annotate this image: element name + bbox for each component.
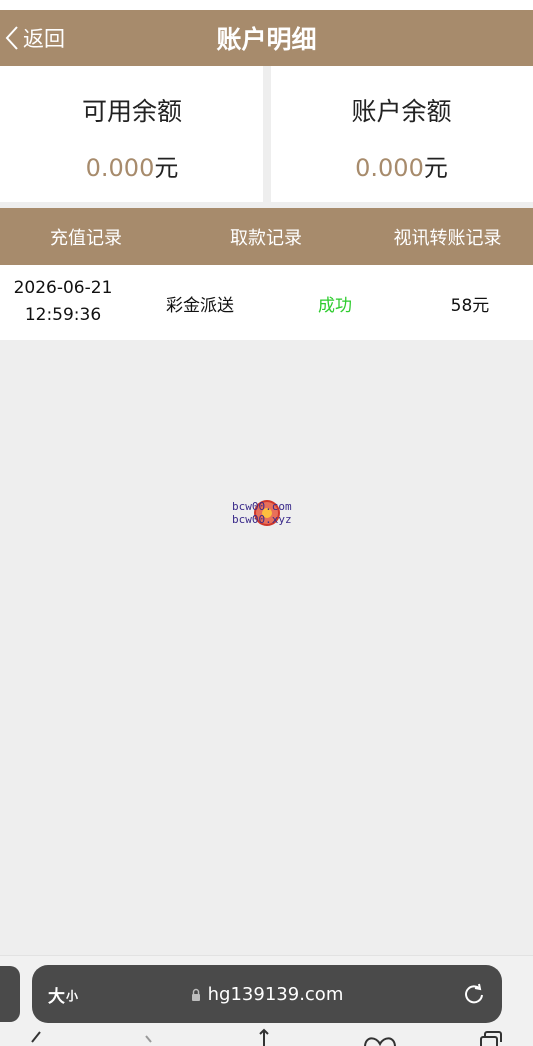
available-balance-value: 0.000元	[0, 148, 264, 183]
record-type: 彩金派送	[166, 296, 234, 316]
account-balance-amount: 0.000	[355, 154, 424, 182]
record-date: 2026-06-21	[13, 278, 113, 298]
url-pill[interactable]: 大小 hg139139.com	[32, 965, 502, 1023]
record-datetime: 2026-06-21 12:59:36	[0, 275, 126, 329]
record-time: 12:59:36	[24, 305, 102, 325]
available-balance-unit: 元	[154, 154, 179, 182]
forward-nav-icon[interactable]	[138, 1028, 158, 1046]
account-balance-label: 账户余额	[351, 97, 452, 126]
watermark-logo: bcw00.com bcw00.xyz	[232, 500, 312, 530]
record-status: 成功	[318, 296, 352, 316]
reload-icon[interactable]	[460, 980, 488, 1008]
account-balance-unit: 元	[423, 154, 448, 182]
record-amount: 58元	[450, 296, 490, 316]
tab-deposit-records[interactable]: 充值记录	[0, 208, 172, 265]
account-balance-card: 账户余额 0.000元	[270, 66, 533, 202]
tabs-icon[interactable]	[478, 1028, 504, 1046]
tab-withdrawal-records[interactable]: 取款记录	[180, 208, 352, 265]
watermark-line-2: bcw00.xyz	[232, 513, 292, 526]
bookmarks-icon[interactable]	[362, 1028, 398, 1046]
back-nav-icon[interactable]	[26, 1028, 46, 1046]
browser-address-bar: 大小 hg139139.com	[0, 955, 533, 1046]
record-tabs: 充值记录 取款记录 视讯转账记录	[0, 208, 533, 265]
available-balance-amount: 0.000	[85, 154, 155, 182]
top-nav-bar: 返回 账户明细	[0, 10, 533, 66]
previous-tab-preview[interactable]	[0, 966, 20, 1022]
account-balance-value: 0.000元	[270, 148, 533, 183]
content-empty-area	[0, 340, 533, 955]
share-icon[interactable]	[254, 1028, 274, 1046]
tab-video-transfer-records[interactable]: 视讯转账记录	[362, 208, 533, 265]
watermark-line-1: bcw00.com	[232, 500, 292, 513]
balance-summary: 可用余额 0.000元 账户余额 0.000元	[0, 66, 533, 202]
available-balance-label: 可用余额	[81, 97, 182, 126]
list-item: 2026-06-21 12:59:36 彩金派送 成功 58元	[0, 265, 533, 340]
url-field[interactable]: hg139139.com	[32, 965, 502, 1023]
url-text: hg139139.com	[207, 983, 344, 1005]
available-balance-card: 可用余额 0.000元	[0, 66, 264, 202]
page-title: 账户明细	[216, 25, 317, 54]
lock-icon	[191, 988, 200, 1001]
